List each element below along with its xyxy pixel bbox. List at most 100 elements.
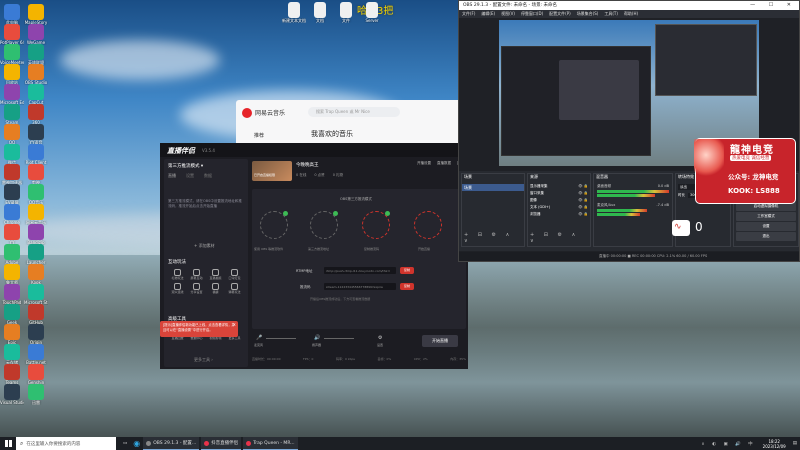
visibility-lock-icon[interactable]: 👁 🔒 [578,197,588,204]
desktop-icon[interactable]: QQ音乐 [24,184,48,205]
settings-gear-icon[interactable]: ⚙ [378,335,382,341]
desktop-icon[interactable]: Teams [0,364,24,385]
desktop-icon[interactable]: Launcher [24,244,48,265]
desktop-icon[interactable]: YY语音 [24,124,48,145]
source-row[interactable]: 窗口采集 👁 🔒 [528,190,590,197]
start-button[interactable] [0,437,16,450]
desktop-icon[interactable]: 360 [24,104,48,125]
obs-menu-item[interactable]: 文件(F) [462,10,475,18]
desktop-icon[interactable]: 英雄联盟 [24,44,48,65]
obs-menu-item[interactable]: 编辑(E) [481,10,495,18]
clock[interactable]: 18:22 2023/12/09 [759,439,790,449]
netease-music-window[interactable]: 网易云音乐 搜索 Trap Queen 或 Mr Nice 推荐 我喜欢的音乐 [236,100,466,146]
taskbar-search-input[interactable]: ⌕ 在这里输入你要搜索的内容 [16,437,116,450]
desktop-icon[interactable]: 迅雷 [24,384,48,405]
visibility-lock-icon[interactable]: 👁 🔒 [578,211,588,218]
system-tray[interactable]: ∧ ◐ ▣ 🔊 中 [698,437,758,450]
desktop-icon[interactable]: PotPlayer 64 bit [0,24,24,45]
netease-search-input[interactable]: 搜索 Trap Queen 或 Mr Nice [308,107,400,117]
header-btn-settings[interactable]: 开播设置 [417,161,431,166]
desktop-icon[interactable]: VoiceMeeter 8 (Banana) [0,44,24,65]
speaker-icon[interactable]: 🔊 [314,335,320,341]
feature-tile[interactable]: 弹幕玩法 [225,283,244,294]
desktop-icon[interactable]: GitHub [24,304,48,325]
obs-menu-item[interactable]: 停靠窗口(D) [521,10,543,18]
obs-menu-item[interactable]: 配置文件(P) [549,10,571,18]
desktop-icon[interactable]: Visual Studio [0,384,24,405]
desktop-icon[interactable]: WeGame [24,24,48,45]
mic-icon[interactable]: 🎤 [256,335,262,341]
feature-tile[interactable]: 口令红包 [225,269,244,280]
obs-control-button[interactable]: 设置 [736,222,796,231]
taskbar-app-button[interactable]: Trap Queen - MR... [243,437,298,450]
feature-tile[interactable]: 观众连线 [168,283,187,294]
scene-item[interactable]: 场景 [462,184,524,191]
notice-popup[interactable]: [提示]直播伴侣新功能已上线，点击查看详情，并且可以在“直播设置”中进行开启。 … [160,321,238,337]
desktop-icon[interactable]: TouchPad [0,284,24,305]
task-view-icon[interactable]: ▭ [120,437,130,450]
taskbar-app-button[interactable]: 抖音直播伴侣 [201,437,242,450]
desktop-icon[interactable]: MapleStory [24,4,48,25]
source-row[interactable]: 文本 (GDI+) 👁 🔒 [528,204,590,211]
source-toolbar[interactable]: + ⊟ ⚙ ∧ ∨ [530,232,590,244]
obs-control-button[interactable]: 工作室模式 [736,212,796,221]
tab-settings[interactable]: 设置 [186,173,194,179]
live-companion-window[interactable]: 直播伴侣 V3.5.4 第三方推流模式 ▾ 直播 设置 数据 第三方推流模式，请… [160,143,468,369]
source-row[interactable]: 浏览器 👁 🔒 [528,211,590,218]
tab-data[interactable]: 数据 [204,173,212,179]
desktop-icon[interactable]: Riot Client [24,144,48,165]
desktop-icon[interactable]: 此电脑 [0,4,24,25]
desktop-file-icon[interactable]: 新建文本文档 [282,2,306,23]
desktop-icon[interactable]: Kook [24,264,48,285]
desktop-icon[interactable]: Chrome [0,204,24,225]
desktop-icon[interactable]: Battle.net [24,344,48,365]
desktop-icon[interactable]: Microsoft Store [24,284,48,305]
scene-toolbar[interactable]: + ⊟ ⚙ ∧ ∨ [464,232,524,244]
add-material-button[interactable]: + 添加素材 [194,243,215,249]
desktop-icon[interactable]: 剪映 [24,164,48,185]
speaker-volume-slider[interactable] [324,338,354,339]
desktop-icon[interactable]: 雷神加速器 [0,164,24,185]
obs-menu-item[interactable]: 场景集合(S) [577,10,599,18]
visibility-lock-icon[interactable]: 👁 🔒 [578,183,588,190]
desktop-icon[interactable]: Adobe [0,244,24,265]
mic-volume-slider[interactable] [266,338,296,339]
feature-tile[interactable]: 福袋 [206,283,225,294]
notification-icon[interactable]: ▤ [790,437,800,450]
desktop-file-icon[interactable]: Server [360,2,384,23]
desktop-icon[interactable]: 微信 [0,144,24,165]
notice-close-icon[interactable]: ✕ [233,322,236,327]
copy-key-button[interactable]: 复制 [400,283,414,290]
desktop-icon[interactable]: Genshin [24,364,48,385]
desktop-icon[interactable]: QQ [0,124,24,145]
desktop-icon[interactable]: YY [0,224,24,245]
netease-nav-recommend[interactable]: 推荐 [254,132,264,139]
desktop-file-icon[interactable]: 文件 [334,2,358,23]
desktop-icon[interactable]: 云存储 [0,344,24,365]
stream-key-field[interactable]: stream-112233445566778899?expire [324,283,396,290]
source-row[interactable]: 图像 👁 🔒 [528,197,590,204]
obs-menu-item[interactable]: 工具(T) [604,10,618,18]
desktop-icon[interactable]: CapCut [24,84,48,105]
rtmp-field[interactable]: rtmp://push-rtmp-l11.douyincdn.com/third [324,267,396,274]
feature-tile[interactable]: 屏幕互动 [187,269,206,280]
desktop-icon[interactable]: OBS Studio [24,64,48,85]
desktop-icon[interactable]: 鲁大师 [0,264,24,285]
feature-tile[interactable]: 直播抽奖 [206,269,225,280]
feature-tile[interactable]: 礼物玩法 [168,269,187,280]
more-tools-link[interactable]: 更多工具 › [194,357,213,363]
desktop-icon[interactable]: Epic [0,324,24,345]
obs-window-controls[interactable]: — ☐ ✕ [750,1,797,10]
obs-menu-item[interactable]: 帮助(H) [624,10,638,18]
source-row[interactable]: 显示器采集 👁 🔒 [528,183,590,190]
desktop-icon[interactable]: Microsoft Edge [0,84,24,105]
feature-tile[interactable]: 分享设置 [187,283,206,294]
desktop-icon[interactable]: Bandizip [24,224,48,245]
desktop-icon[interactable]: Steam [0,104,24,125]
desktop-icon[interactable]: Geek [0,304,24,325]
copy-rtmp-button[interactable]: 复制 [400,267,414,274]
desktop-icon[interactable]: 网易云音乐 [24,204,48,225]
start-live-button[interactable]: 开始直播 [422,335,458,347]
edge-taskbar-icon[interactable]: ◉ [130,437,143,450]
obs-control-button[interactable]: 退出 [736,232,796,241]
